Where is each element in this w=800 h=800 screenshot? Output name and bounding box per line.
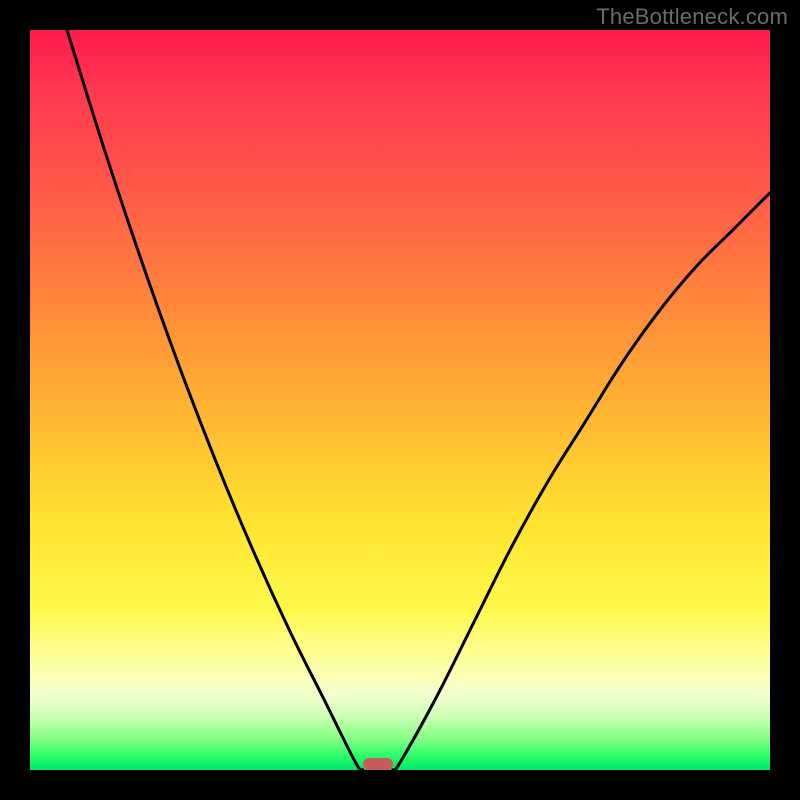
watermark-text: TheBottleneck.com (596, 4, 788, 30)
curve-left-branch (67, 30, 363, 770)
chart-frame: TheBottleneck.com (0, 0, 800, 800)
plot-area (30, 30, 770, 770)
bottleneck-marker (363, 758, 393, 770)
curve-right-branch (393, 193, 770, 770)
curve-layer (30, 30, 770, 770)
